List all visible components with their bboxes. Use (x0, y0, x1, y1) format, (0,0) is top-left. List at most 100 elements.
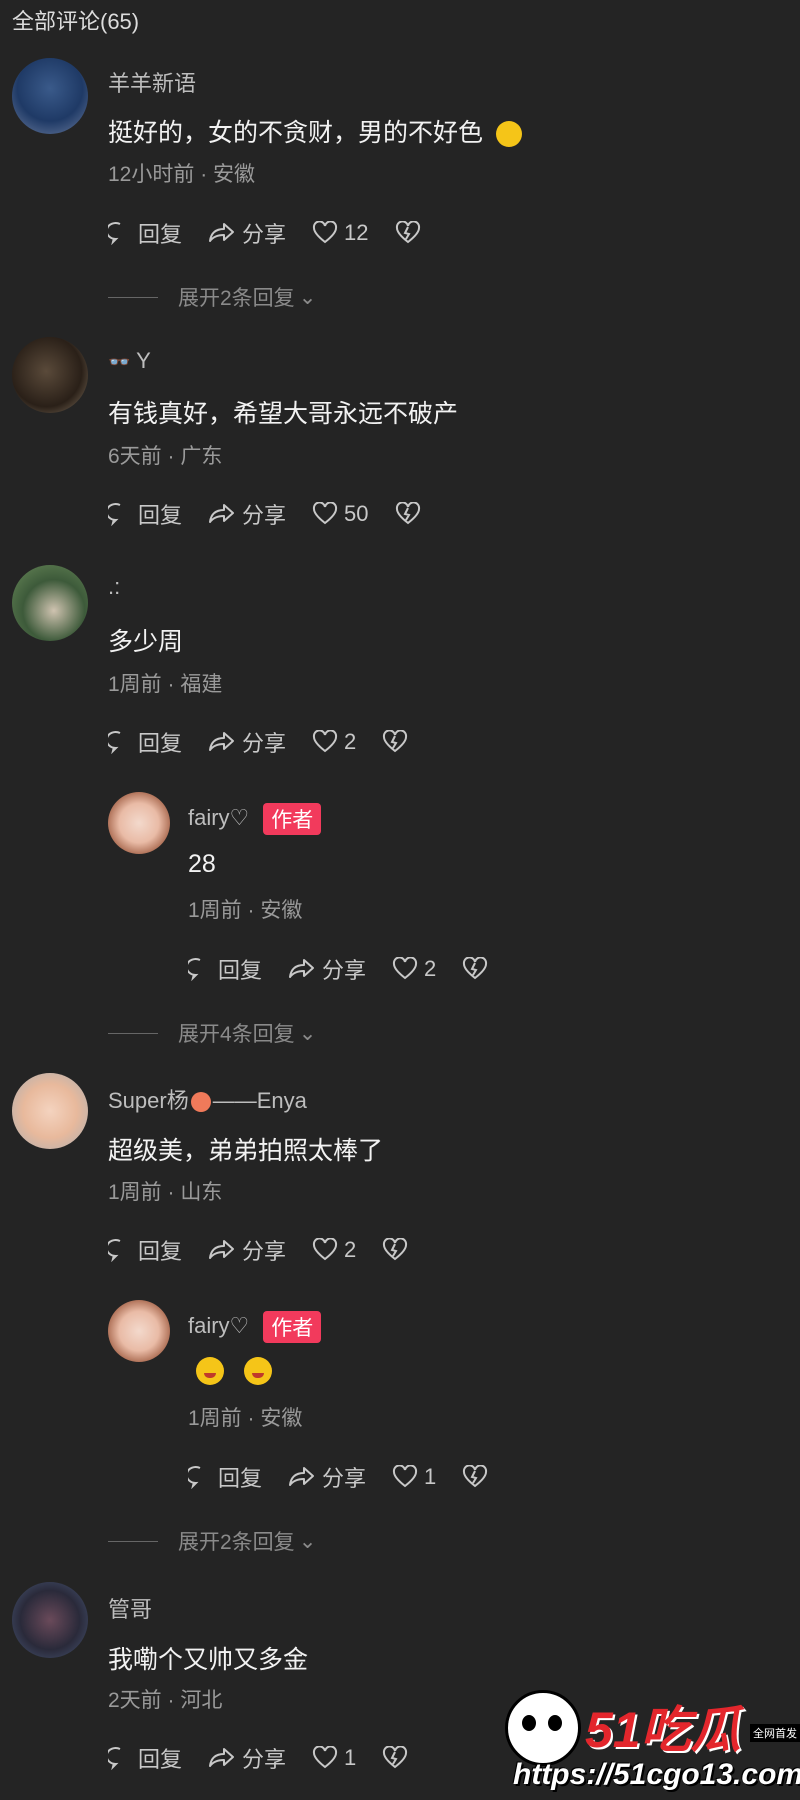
comment-actions: 回复 分享 12 (108, 217, 453, 249)
comment-actions: 回复 分享 50 (108, 498, 453, 530)
reply-icon (108, 503, 121, 526)
comment-actions: 回复 分享 1 (108, 1742, 440, 1774)
reply-username[interactable]: fairy♡ 作者 (188, 803, 322, 835)
dislike-button[interactable] (395, 502, 427, 526)
expand-label: 展开2条回复 (178, 1531, 295, 1554)
reply-time: 1周前 (188, 1407, 242, 1430)
share-button[interactable]: 分享 (208, 498, 286, 530)
username[interactable]: 羊羊新语 (108, 66, 196, 98)
comment-actions: 回复 分享 2 (108, 726, 440, 758)
reply-button[interactable]: 回复 (188, 1461, 262, 1493)
dislike-button[interactable] (382, 1238, 414, 1262)
reply-time: 1周前 (188, 899, 242, 922)
share-button[interactable]: 分享 (288, 1461, 366, 1493)
comment-location: 山东 (180, 1181, 223, 1204)
comment-actions: 回复 分享 2 (108, 1234, 440, 1266)
reply-button[interactable]: 回复 (108, 1742, 182, 1774)
share-button[interactable]: 分享 (288, 953, 366, 985)
like-count: 1 (344, 1745, 357, 1770)
comment-meta: 1周前 · 福建 (108, 673, 223, 696)
heart-icon (313, 1746, 338, 1769)
like-button[interactable]: 2 (312, 1237, 356, 1263)
reply-username[interactable]: fairy♡ 作者 (188, 1311, 322, 1343)
reply-button[interactable]: 回复 (108, 726, 182, 758)
reply-icon (188, 1466, 201, 1489)
dislike-button[interactable] (382, 1746, 414, 1770)
chevron-down-icon: ⌄ (298, 1529, 317, 1553)
username[interactable]: .: (108, 574, 120, 600)
username[interactable]: Super杨 ——Enya (108, 1083, 307, 1115)
reply-label: 回复 (218, 958, 263, 983)
share-button[interactable]: 分享 (208, 1234, 286, 1266)
expand-label: 展开2条回复 (178, 287, 295, 310)
share-icon (289, 959, 315, 978)
heart-icon (313, 730, 338, 753)
avatar[interactable] (12, 1073, 88, 1149)
like-button[interactable]: 1 (312, 1745, 356, 1771)
reply-label: 回复 (138, 1747, 183, 1772)
like-count: 12 (344, 220, 369, 245)
comment-text: 挺好的，女的不贪财，男的不好色 (108, 113, 522, 149)
author-badge: 作者 (263, 803, 322, 835)
comment-text: 有钱真好，希望大哥永远不破产 (108, 400, 459, 428)
like-button[interactable]: 12 (312, 220, 369, 246)
heart-icon (313, 221, 338, 244)
broken-heart-icon (383, 730, 408, 753)
reply-button[interactable]: 回复 (188, 953, 262, 985)
reply-actions: 回复 分享 2 (188, 953, 520, 985)
dislike-button[interactable] (462, 957, 494, 981)
reply-button[interactable]: 回复 (108, 217, 182, 249)
yum-emoji-icon (196, 1357, 224, 1386)
expand-replies[interactable]: 展开4条回复 ⌄ (108, 1018, 316, 1048)
watermark: 51吃瓜 全网首发 https://51cgo13.com (505, 1690, 800, 1795)
avatar[interactable] (12, 1582, 88, 1658)
reply-button[interactable]: 回复 (108, 498, 182, 530)
like-button[interactable]: 50 (312, 501, 369, 527)
share-label: 分享 (242, 1239, 287, 1264)
heart-icon (393, 1465, 418, 1488)
yum-emoji-icon (244, 1357, 272, 1386)
divider (108, 1540, 158, 1542)
like-button[interactable]: 2 (392, 956, 436, 982)
avatar[interactable] (12, 58, 88, 134)
comment-location: 河北 (180, 1689, 223, 1712)
share-button[interactable]: 分享 (208, 1742, 286, 1774)
reply-text (196, 1356, 292, 1386)
reply-username-text: fairy♡ (188, 804, 250, 830)
divider (108, 296, 158, 298)
share-label: 分享 (322, 958, 367, 983)
broken-heart-icon (383, 1746, 408, 1769)
share-label: 分享 (322, 1466, 367, 1491)
reply-avatar[interactable] (108, 792, 170, 854)
reply-icon (108, 731, 121, 754)
like-count: 50 (344, 501, 369, 526)
reply-avatar[interactable] (108, 1300, 170, 1362)
username[interactable]: 👓 Y (108, 348, 151, 374)
dislike-button[interactable] (462, 1465, 494, 1489)
share-button[interactable]: 分享 (208, 217, 286, 249)
comment-meta: 6天前 · 广东 (108, 445, 223, 468)
like-button[interactable]: 1 (392, 1464, 436, 1490)
username[interactable]: 管哥 (108, 1592, 152, 1624)
expand-replies[interactable]: 展开2条回复 ⌄ (108, 282, 316, 312)
like-count: 2 (424, 956, 437, 981)
comment-time: 12小时前 (108, 163, 195, 186)
expand-replies[interactable]: 展开2条回复 ⌄ (108, 1526, 316, 1556)
share-icon (209, 1240, 235, 1259)
dislike-button[interactable] (395, 221, 427, 245)
broken-heart-icon (463, 1465, 488, 1488)
share-label: 分享 (242, 503, 287, 528)
avatar[interactable] (12, 565, 88, 641)
dislike-button[interactable] (382, 730, 414, 754)
watermark-tagline: 全网首发 (750, 1724, 800, 1742)
comment-time: 1周前 (108, 673, 162, 696)
avatar[interactable] (12, 337, 88, 413)
like-button[interactable]: 2 (312, 729, 356, 755)
comment-text: 我嘞个又帅又多金 (108, 1646, 309, 1674)
broken-heart-icon (463, 957, 488, 980)
reply-text: 28 (188, 850, 216, 878)
comment-time: 1周前 (108, 1181, 162, 1204)
share-button[interactable]: 分享 (208, 726, 286, 758)
reply-icon (108, 1239, 121, 1262)
reply-button[interactable]: 回复 (108, 1234, 182, 1266)
